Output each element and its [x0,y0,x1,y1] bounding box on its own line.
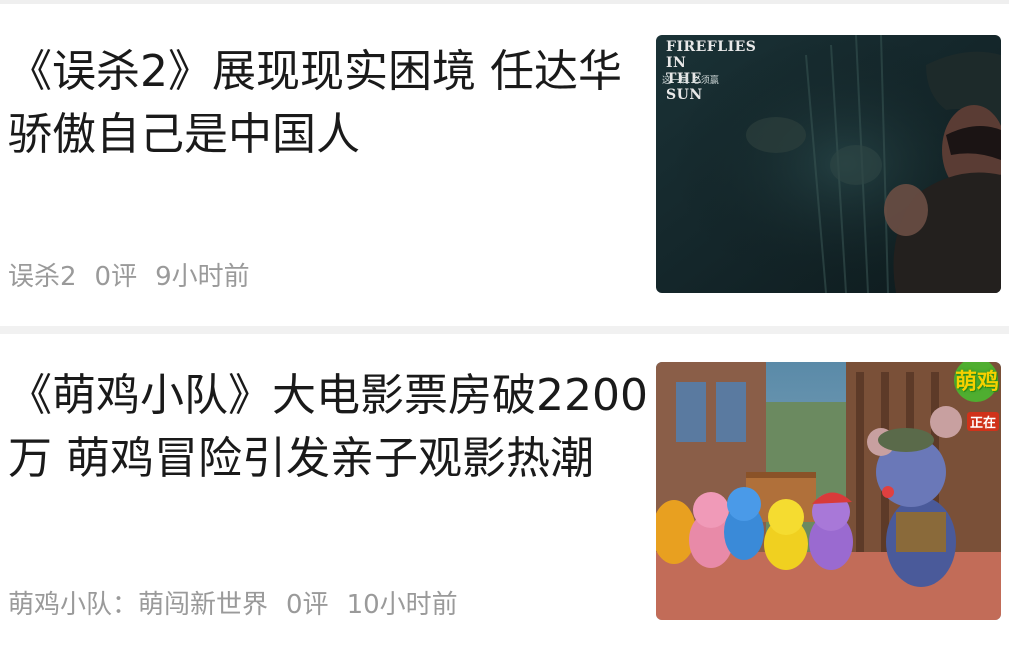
movie-logo: 萌鸡 [954,370,999,395]
news-time: 10小时前 [346,590,458,620]
poster-title: FIREFLIES IN THE SUN [666,39,757,103]
news-title[interactable]: 《误杀2》展现现实困境 任达华骄傲自己是中国人 [8,40,658,166]
news-item[interactable]: 《萌鸡小队》大电影票房破2200万 萌鸡冒险引发亲子观影热潮 萌鸡小队：萌闯新世… [0,334,1009,655]
thumbnail-image [656,362,1001,620]
news-source: 误杀2 [8,262,77,292]
item-divider [0,326,1009,334]
news-title[interactable]: 《萌鸡小队》大电影票房破2200万 萌鸡冒险引发亲子观影热潮 [8,364,658,490]
news-meta: 误杀2 0评 9小时前 [8,256,268,293]
news-thumbnail[interactable]: FIREFLIES IN THE SUN 这一局 必须赢 [656,35,1001,293]
news-comments: 0评 [94,262,138,292]
poster-subtitle: 这一局 必须赢 [662,76,719,86]
news-thumbnail[interactable]: 萌鸡 正在 [656,362,1001,620]
news-item[interactable]: 《误杀2》展现现实困境 任达华骄傲自己是中国人 误杀2 0评 9小时前 FIRE… [0,4,1009,326]
news-source: 萌鸡小队：萌闯新世界 [8,590,269,620]
news-meta: 萌鸡小队：萌闯新世界 0评 10小时前 [8,584,476,621]
news-comments: 0评 [286,590,329,620]
news-time: 9小时前 [155,262,250,292]
logo-badge: 正在 [966,412,999,431]
